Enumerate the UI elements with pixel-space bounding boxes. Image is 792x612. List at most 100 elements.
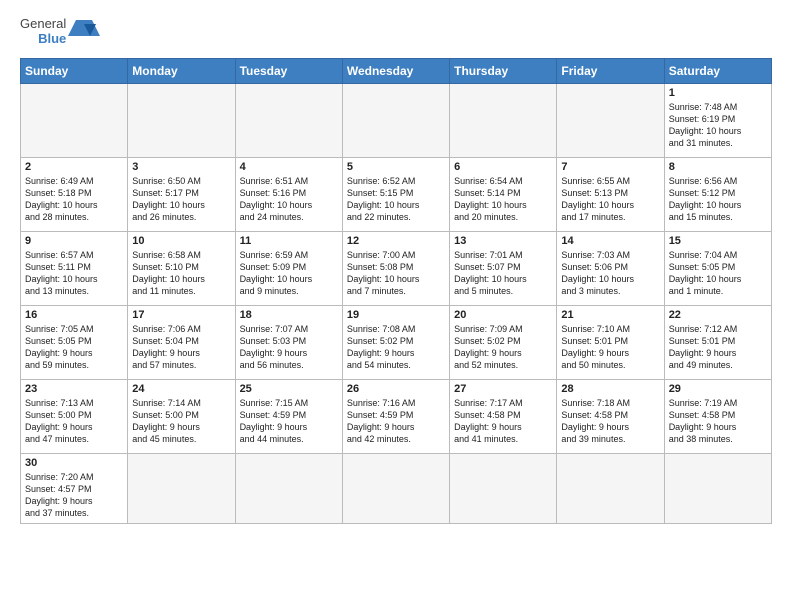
day-number: 29 xyxy=(669,383,767,395)
cell-sun-info: Sunrise: 7:14 AM Sunset: 5:00 PM Dayligh… xyxy=(132,397,230,446)
calendar-cell: 14Sunrise: 7:03 AM Sunset: 5:06 PM Dayli… xyxy=(557,232,664,306)
weekday-header-monday: Monday xyxy=(128,59,235,84)
cell-sun-info: Sunrise: 7:18 AM Sunset: 4:58 PM Dayligh… xyxy=(561,397,659,446)
day-number: 18 xyxy=(240,309,338,321)
calendar-cell: 6 Sunrise: 6:54 AM Sunset: 5:14 PM Daylig… xyxy=(450,158,557,232)
logo: General Blue xyxy=(20,16,100,46)
cell-sun-info: Sunrise: 6:57 AM Sunset: 5:11 PM Dayligh… xyxy=(25,249,123,298)
logo-text-general: General xyxy=(20,16,66,31)
day-number: 28 xyxy=(561,383,659,395)
cell-sun-info: Sunrise: 6:54 AM Sunset: 5:14 PM Dayligh… xyxy=(454,175,552,224)
week-row-1: 1 Sunrise: 7:48 AM Sunset: 6:19 PM Daylig… xyxy=(21,84,772,158)
cell-sun-info: Sunrise: 6:50 AM Sunset: 5:17 PM Dayligh… xyxy=(132,175,230,224)
calendar-cell: 19 Sunrise: 7:08 AM Sunset: 5:02 PM Dayli… xyxy=(342,306,449,380)
calendar-cell: 24 Sunrise: 7:14 AM Sunset: 5:00 PM Dayli… xyxy=(128,380,235,454)
cell-sun-info: Sunrise: 7:20 AM Sunset: 4:57 PM Dayligh… xyxy=(25,471,123,520)
day-number: 5 xyxy=(347,161,445,173)
day-number: 25 xyxy=(240,383,338,395)
cell-sun-info: Sunrise: 6:49 AM Sunset: 5:18 PM Dayligh… xyxy=(25,175,123,224)
day-number: 2 xyxy=(25,161,123,173)
calendar-cell xyxy=(21,84,128,158)
cell-sun-info: Sunrise: 7:12 AM Sunset: 5:01 PM Dayligh… xyxy=(669,323,767,372)
calendar-cell: 7Sunrise: 6:55 AM Sunset: 5:13 PM Daylig… xyxy=(557,158,664,232)
day-number: 24 xyxy=(132,383,230,395)
weekday-header-friday: Friday xyxy=(557,59,664,84)
calendar-cell: 30 Sunrise: 7:20 AM Sunset: 4:57 PM Dayli… xyxy=(21,454,128,524)
calendar-cell: 25 Sunrise: 7:15 AM Sunset: 4:59 PM Dayli… xyxy=(235,380,342,454)
weekday-header-row: SundayMondayTuesdayWednesdayThursdayFrid… xyxy=(21,59,772,84)
day-number: 1 xyxy=(669,87,767,99)
cell-sun-info: Sunrise: 7:17 AM Sunset: 4:58 PM Dayligh… xyxy=(454,397,552,446)
day-number: 9 xyxy=(25,235,123,247)
calendar-cell xyxy=(128,84,235,158)
cell-sun-info: Sunrise: 7:04 AM Sunset: 5:05 PM Dayligh… xyxy=(669,249,767,298)
cell-sun-info: Sunrise: 7:13 AM Sunset: 5:00 PM Dayligh… xyxy=(25,397,123,446)
weekday-header-thursday: Thursday xyxy=(450,59,557,84)
calendar-cell: 29 Sunrise: 7:19 AM Sunset: 4:58 PM Dayli… xyxy=(664,380,771,454)
day-number: 14 xyxy=(561,235,659,247)
cell-sun-info: Sunrise: 7:05 AM Sunset: 5:05 PM Dayligh… xyxy=(25,323,123,372)
cell-sun-info: Sunrise: 7:10 AM Sunset: 5:01 PM Dayligh… xyxy=(561,323,659,372)
day-number: 8 xyxy=(669,161,767,173)
calendar-cell: 11 Sunrise: 6:59 AM Sunset: 5:09 PM Dayli… xyxy=(235,232,342,306)
day-number: 11 xyxy=(240,235,338,247)
day-number: 4 xyxy=(240,161,338,173)
calendar-cell: 20 Sunrise: 7:09 AM Sunset: 5:02 PM Dayli… xyxy=(450,306,557,380)
day-number: 21 xyxy=(561,309,659,321)
calendar-cell: 3Sunrise: 6:50 AM Sunset: 5:17 PM Daylig… xyxy=(128,158,235,232)
calendar-cell: 13Sunrise: 7:01 AM Sunset: 5:07 PM Dayli… xyxy=(450,232,557,306)
calendar-cell xyxy=(450,84,557,158)
calendar-cell: 28 Sunrise: 7:18 AM Sunset: 4:58 PM Dayli… xyxy=(557,380,664,454)
calendar-cell xyxy=(235,84,342,158)
week-row-2: 2 Sunrise: 6:49 AM Sunset: 5:18 PM Daylig… xyxy=(21,158,772,232)
week-row-5: 23 Sunrise: 7:13 AM Sunset: 5:00 PM Dayli… xyxy=(21,380,772,454)
calendar-cell: 9 Sunrise: 6:57 AM Sunset: 5:11 PM Daylig… xyxy=(21,232,128,306)
calendar-cell: 15Sunrise: 7:04 AM Sunset: 5:05 PM Dayli… xyxy=(664,232,771,306)
day-number: 26 xyxy=(347,383,445,395)
weekday-header-tuesday: Tuesday xyxy=(235,59,342,84)
day-number: 23 xyxy=(25,383,123,395)
calendar-cell: 8Sunrise: 6:56 AM Sunset: 5:12 PM Daylig… xyxy=(664,158,771,232)
cell-sun-info: Sunrise: 6:59 AM Sunset: 5:09 PM Dayligh… xyxy=(240,249,338,298)
day-number: 6 xyxy=(454,161,552,173)
calendar-table: SundayMondayTuesdayWednesdayThursdayFrid… xyxy=(20,58,772,524)
page: General Blue SundayMondayTuesdayWednesda… xyxy=(0,0,792,534)
cell-sun-info: Sunrise: 7:19 AM Sunset: 4:58 PM Dayligh… xyxy=(669,397,767,446)
cell-sun-info: Sunrise: 7:08 AM Sunset: 5:02 PM Dayligh… xyxy=(347,323,445,372)
calendar-cell: 12 Sunrise: 7:00 AM Sunset: 5:08 PM Dayli… xyxy=(342,232,449,306)
calendar-cell: 1 Sunrise: 7:48 AM Sunset: 6:19 PM Daylig… xyxy=(664,84,771,158)
cell-sun-info: Sunrise: 7:09 AM Sunset: 5:02 PM Dayligh… xyxy=(454,323,552,372)
header: General Blue xyxy=(20,16,772,46)
cell-sun-info: Sunrise: 6:52 AM Sunset: 5:15 PM Dayligh… xyxy=(347,175,445,224)
week-row-3: 9 Sunrise: 6:57 AM Sunset: 5:11 PM Daylig… xyxy=(21,232,772,306)
cell-sun-info: Sunrise: 7:00 AM Sunset: 5:08 PM Dayligh… xyxy=(347,249,445,298)
day-number: 16 xyxy=(25,309,123,321)
calendar-cell: 26 Sunrise: 7:16 AM Sunset: 4:59 PM Dayli… xyxy=(342,380,449,454)
cell-sun-info: Sunrise: 7:16 AM Sunset: 4:59 PM Dayligh… xyxy=(347,397,445,446)
cell-sun-info: Sunrise: 7:48 AM Sunset: 6:19 PM Dayligh… xyxy=(669,101,767,150)
day-number: 10 xyxy=(132,235,230,247)
calendar-cell: 10Sunrise: 6:58 AM Sunset: 5:10 PM Dayli… xyxy=(128,232,235,306)
cell-sun-info: Sunrise: 7:07 AM Sunset: 5:03 PM Dayligh… xyxy=(240,323,338,372)
calendar-cell xyxy=(664,454,771,524)
logo-text-blue: Blue xyxy=(38,31,66,46)
calendar-cell: 16 Sunrise: 7:05 AM Sunset: 5:05 PM Dayli… xyxy=(21,306,128,380)
day-number: 20 xyxy=(454,309,552,321)
calendar-cell xyxy=(342,84,449,158)
day-number: 30 xyxy=(25,457,123,469)
weekday-header-saturday: Saturday xyxy=(664,59,771,84)
calendar-cell xyxy=(342,454,449,524)
week-row-6: 30 Sunrise: 7:20 AM Sunset: 4:57 PM Dayli… xyxy=(21,454,772,524)
calendar-cell: 21 Sunrise: 7:10 AM Sunset: 5:01 PM Dayli… xyxy=(557,306,664,380)
calendar-cell: 4Sunrise: 6:51 AM Sunset: 5:16 PM Daylig… xyxy=(235,158,342,232)
day-number: 12 xyxy=(347,235,445,247)
cell-sun-info: Sunrise: 6:55 AM Sunset: 5:13 PM Dayligh… xyxy=(561,175,659,224)
calendar-cell: 23 Sunrise: 7:13 AM Sunset: 5:00 PM Dayli… xyxy=(21,380,128,454)
calendar-cell: 5 Sunrise: 6:52 AM Sunset: 5:15 PM Daylig… xyxy=(342,158,449,232)
cell-sun-info: Sunrise: 7:06 AM Sunset: 5:04 PM Dayligh… xyxy=(132,323,230,372)
day-number: 27 xyxy=(454,383,552,395)
cell-sun-info: Sunrise: 7:15 AM Sunset: 4:59 PM Dayligh… xyxy=(240,397,338,446)
calendar-cell: 18 Sunrise: 7:07 AM Sunset: 5:03 PM Dayli… xyxy=(235,306,342,380)
calendar-cell: 17Sunrise: 7:06 AM Sunset: 5:04 PM Dayli… xyxy=(128,306,235,380)
day-number: 19 xyxy=(347,309,445,321)
